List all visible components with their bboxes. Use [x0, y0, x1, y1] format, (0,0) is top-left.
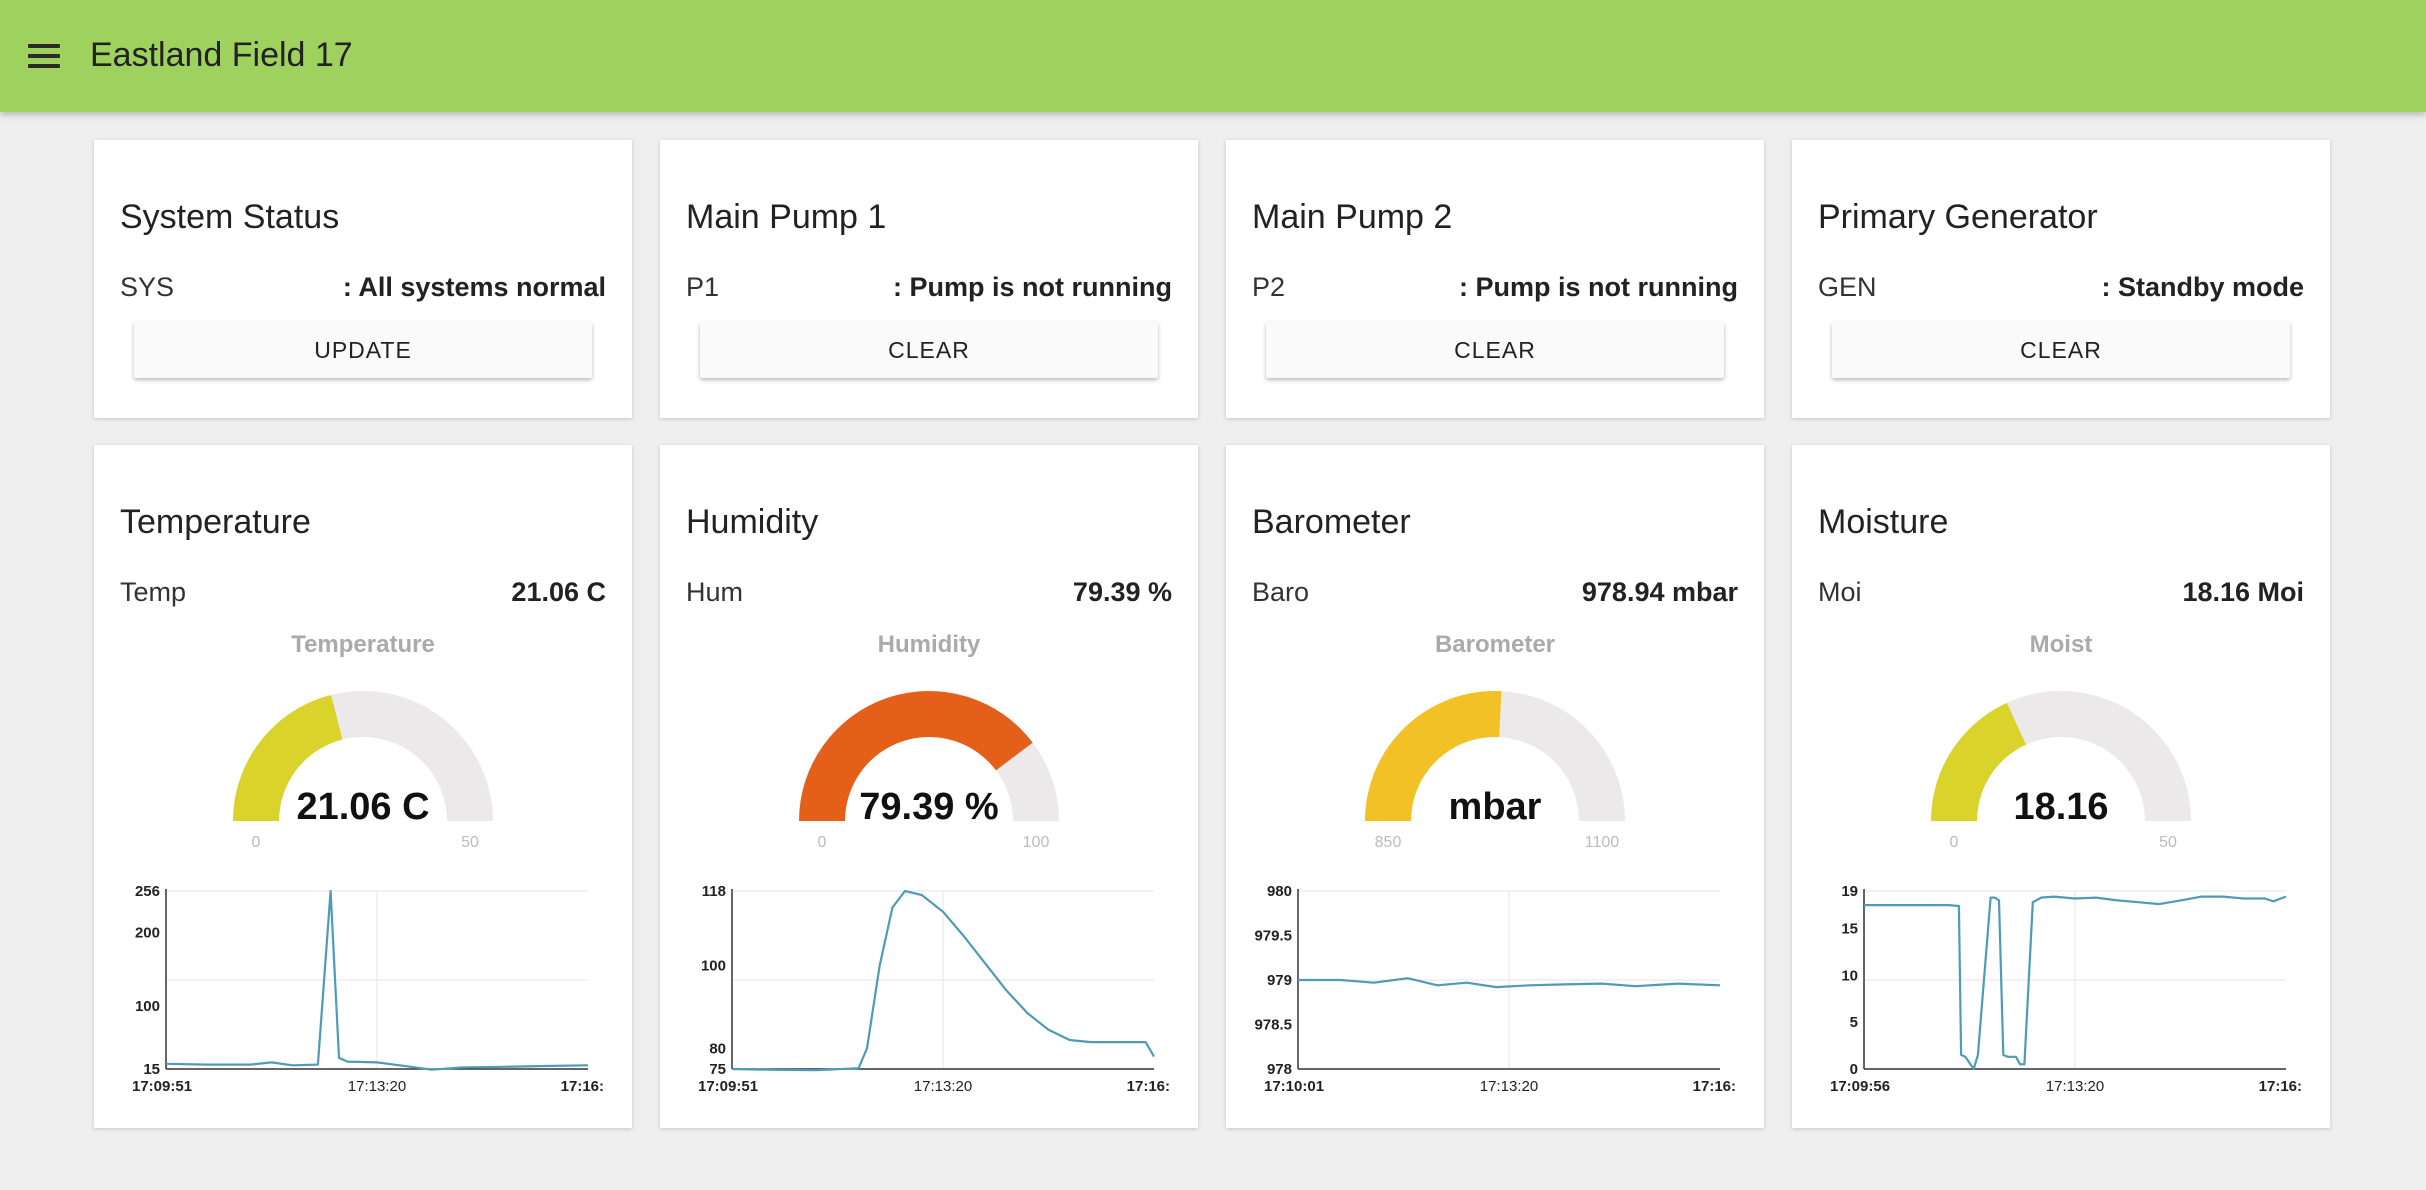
x-tick-label: 17:16:	[561, 1078, 604, 1095]
x-tick-label: 17:16:	[2259, 1078, 2302, 1095]
y-tick-label: 979	[1267, 972, 1292, 989]
y-tick-label: 10	[1841, 967, 1858, 984]
y-tick-label: 979.5	[1254, 928, 1292, 945]
moisture-chart: 19 15 10 5 017:09:56 17:13:20 17:16:	[1830, 883, 2302, 1095]
y-tick-label: 75	[709, 1061, 726, 1078]
clear-button[interactable]: CLEAR	[700, 322, 1158, 378]
sensor-card-moisture: Moisture Moi 18.16 Moi Moist 18.16 0 50 19…	[1792, 445, 2330, 1128]
card-title: Primary Generator	[1818, 198, 2098, 236]
x-tick-label: 17:10:01	[1264, 1078, 1324, 1095]
status-label: P1	[686, 272, 720, 302]
status-card-pump-1: Main Pump 1 P1 : Pump is not running CLE…	[660, 140, 1198, 418]
status-value: : Pump is not running	[893, 272, 1172, 302]
y-tick-label: 100	[135, 998, 160, 1015]
humidity-chart: 118 100 80 7517:09:51 17:13:20 17:16:	[698, 883, 1170, 1095]
x-tick-label: 17:09:56	[1830, 1078, 1890, 1095]
status-card-pump-2: Main Pump 2 P2 : Pump is not running CLE…	[1226, 140, 1764, 418]
clear-button[interactable]: CLEAR	[1832, 322, 2290, 378]
status-card-generator: Primary Generator GEN : Standby mode CLE…	[1792, 140, 2330, 418]
status-value: : Pump is not running	[1459, 272, 1738, 302]
x-tick-label: 17:16:	[1693, 1078, 1736, 1095]
status-label: SYS	[120, 272, 175, 302]
x-tick-label: 17:13:20	[2046, 1078, 2104, 1095]
y-tick-label: 0	[1850, 1061, 1858, 1078]
menu-icon[interactable]	[28, 44, 60, 68]
x-tick-label: 17:13:20	[914, 1078, 972, 1095]
y-tick-label: 118	[702, 883, 726, 900]
y-tick-label: 978	[1267, 1061, 1292, 1078]
y-tick-label: 256	[135, 883, 160, 900]
status-card-system: System Status SYS : All systems normal U…	[94, 140, 632, 418]
barometer-chart: 980 979.5 979 978.5 97817:10:01 17:13:20 17:16…	[1254, 883, 1736, 1095]
y-tick-label: 100	[701, 958, 726, 975]
y-tick-label: 978.5	[1254, 1017, 1292, 1034]
status-label: P2	[1252, 272, 1286, 302]
x-tick-label: 17:09:51	[132, 1078, 192, 1095]
update-button[interactable]: UPDATE	[134, 322, 592, 378]
card-title: System Status	[120, 198, 340, 236]
y-tick-label: 5	[1850, 1014, 1858, 1031]
x-tick-label: 17:13:20	[1480, 1078, 1538, 1095]
sensor-card-temperature: Temperature Temp 21.06 C Temperature 21.…	[94, 445, 632, 1128]
sensor-card-humidity: Humidity Hum 79.39 % Humidity 79.39 % 0 10…	[660, 445, 1198, 1128]
status-value: : All systems normal	[342, 272, 606, 302]
y-tick-label: 200	[135, 924, 160, 941]
x-tick-label: 17:09:51	[698, 1078, 758, 1095]
card-title: Main Pump 2	[1252, 198, 1453, 236]
x-tick-label: 17:16:	[1127, 1078, 1170, 1095]
status-label: GEN	[1818, 272, 1877, 302]
y-tick-label: 19	[1841, 883, 1858, 900]
app-header: Eastland Field 17	[0, 0, 2426, 112]
y-tick-label: 80	[709, 1040, 726, 1057]
x-tick-label: 17:13:20	[348, 1078, 406, 1095]
y-tick-label: 980	[1267, 883, 1292, 900]
temperature-chart: 256 200 100 1517:09:51 17:13:20 17:16:	[132, 883, 604, 1095]
clear-button[interactable]: CLEAR	[1266, 322, 1724, 378]
card-title: Main Pump 1	[686, 198, 887, 236]
y-tick-label: 15	[1841, 920, 1858, 937]
y-tick-label: 15	[143, 1061, 160, 1078]
sensor-card-barometer: Barometer Baro 978.94 mbar Barometer mba…	[1226, 445, 1764, 1128]
status-value: : Standby mode	[2101, 272, 2304, 302]
app-title: Eastland Field 17	[90, 36, 353, 74]
